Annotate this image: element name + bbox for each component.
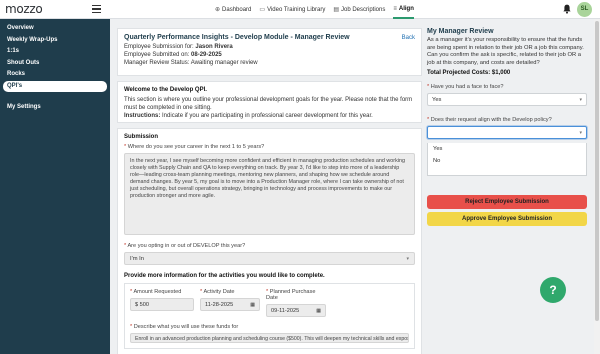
bell-icon[interactable]	[563, 4, 571, 14]
back-link[interactable]: Back	[402, 35, 415, 41]
activity-date-input[interactable]: 11-28-2025 ▦	[200, 298, 260, 311]
amount-label: Amount Requested	[133, 289, 182, 295]
submitted-on-value: 08-29-2025	[191, 52, 222, 58]
align-icon: ≡	[393, 5, 397, 12]
purchase-date-input[interactable]: 09-11-2025 ▦	[266, 304, 326, 317]
develop-optin-question: Are you opting in or out of DEVELOP this…	[127, 243, 246, 249]
career-question: Where do you see your career in the next…	[127, 144, 265, 150]
option-yes[interactable]: Yes	[428, 143, 586, 155]
sidebar-item-rocks[interactable]: Rocks	[0, 69, 110, 81]
help-button[interactable]: ?	[540, 277, 566, 303]
welcome-body: This section is where you outline your p…	[124, 97, 413, 111]
sidebar-item-1-1s[interactable]: 1:1s	[0, 46, 110, 58]
main-panel: Quarterly Performance Insights - Develop…	[117, 28, 422, 354]
top-bar: mozzo ⊕ Dashboard ▭ Video Training Library…	[0, 0, 600, 19]
face-to-face-select[interactable]: Yes ▾	[427, 93, 587, 107]
video-icon: ▭	[259, 7, 266, 13]
submission-title: Submission	[124, 134, 159, 140]
amount-input[interactable]: $ 500	[130, 298, 194, 311]
nav-video-training-library[interactable]: ▭ Video Training Library	[259, 0, 325, 19]
submission-for-value: Jason Rivera	[195, 44, 233, 50]
funds-field[interactable]: Enroll in an advanced production plannin…	[130, 333, 409, 343]
activity-card: * Amount Requested $ 500 * Activity Date…	[124, 283, 415, 349]
projected-costs: Total Projected Costs: $1,000	[427, 70, 511, 77]
reject-submission-button[interactable]: Reject Employee Submission	[427, 195, 587, 210]
welcome-card: Welcome to the Develop QPI. This section…	[117, 81, 422, 123]
submitted-on-label: Employee Submitted on:	[124, 52, 190, 58]
submission-card: Submission * Where do you see your caree…	[117, 128, 422, 354]
calendar-icon[interactable]: ▦	[250, 302, 255, 308]
dashboard-icon: ⊕	[215, 7, 221, 13]
page-title: Quarterly Performance Insights - Develop…	[124, 34, 350, 41]
approve-submission-button[interactable]: Approve Employee Submission	[427, 212, 587, 227]
chevron-down-icon: ▾	[579, 96, 582, 103]
nav-align[interactable]: ≡ Align	[393, 0, 414, 19]
sidebar: Overview Weekly Wrap-Ups 1:1s Shout Outs…	[0, 19, 110, 354]
more-info-heading: Provide more information for the activit…	[124, 273, 325, 279]
sidebar-item-shout-outs[interactable]: Shout Outs	[0, 58, 110, 70]
funds-label: Describe what you will use these funds f…	[133, 324, 239, 330]
chevron-down-icon: ▾	[406, 255, 409, 262]
menu-icon[interactable]	[92, 5, 101, 13]
nav-dashboard[interactable]: ⊕ Dashboard	[215, 0, 251, 19]
top-nav: ⊕ Dashboard ▭ Video Training Library ▤ Job …	[215, 0, 422, 19]
develop-optin-select[interactable]: I'm In ▾	[124, 252, 415, 265]
manager-review-description: As a manager it's your responsibility to…	[427, 37, 584, 66]
career-answer-field[interactable]: In the next year, I see myself becoming …	[124, 153, 415, 235]
face-to-face-question: Have you had a face to face?	[430, 84, 504, 91]
header-card: Quarterly Performance Insights - Develop…	[117, 28, 422, 76]
sidebar-item-overview[interactable]: Overview	[0, 23, 110, 35]
policy-align-question: Does their request align with the Develo…	[430, 117, 552, 124]
manager-review-title: My Manager Review	[427, 28, 494, 35]
sidebar-item-weekly-wrap-ups[interactable]: Weekly Wrap-Ups	[0, 35, 110, 47]
mozzo-logo[interactable]: mozzo	[5, 2, 43, 16]
purchase-date-label: Planned Purchase Date	[266, 289, 316, 301]
policy-align-select[interactable]: ▾	[427, 126, 587, 140]
activity-date-label: Activity Date	[203, 289, 235, 295]
manager-review-panel: My Manager Review As a manager it's your…	[427, 28, 587, 354]
option-no[interactable]: No	[428, 155, 586, 167]
policy-align-dropdown: Yes No	[427, 143, 587, 177]
welcome-title: Welcome to the Develop QPI.	[124, 87, 207, 93]
scrollbar[interactable]	[594, 19, 600, 354]
chevron-down-icon: ▾	[579, 129, 582, 136]
document-icon: ▤	[333, 7, 339, 13]
instructions-text: Indicate if you are participating in pro…	[162, 112, 373, 119]
review-status: Manager Review Status: Awaiting manager …	[124, 60, 258, 66]
submission-for-label: Employee Submission for:	[124, 44, 194, 50]
sidebar-item-qpis[interactable]: QPI's	[3, 80, 107, 92]
nav-job-descriptions[interactable]: ▤ Job Descriptions	[333, 0, 385, 19]
instructions-label: Instructions:	[124, 112, 161, 119]
sidebar-item-my-settings[interactable]: My Settings	[0, 102, 110, 114]
calendar-icon[interactable]: ▦	[316, 308, 321, 314]
avatar[interactable]: SL	[577, 2, 592, 17]
